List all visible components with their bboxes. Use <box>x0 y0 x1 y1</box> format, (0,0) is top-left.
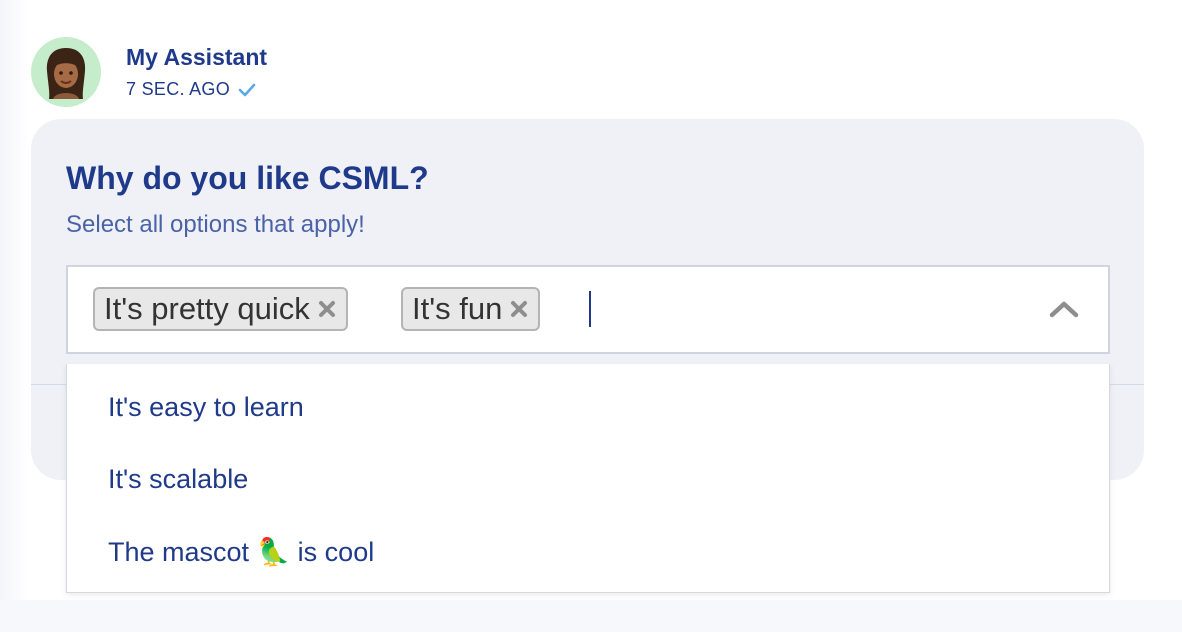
message-meta: 7 SEC. AGO <box>126 79 256 100</box>
chip-label: It's pretty quick <box>104 291 310 326</box>
avatar <box>31 37 101 107</box>
timestamp: 7 SEC. AGO <box>126 79 231 99</box>
close-icon[interactable] <box>508 298 530 320</box>
option-easy-to-learn[interactable]: It's easy to learn <box>108 392 304 423</box>
page-edge-shade <box>0 0 30 632</box>
text-cursor <box>589 291 591 327</box>
selected-chip: It's pretty quick <box>93 287 348 331</box>
close-icon[interactable] <box>316 298 338 320</box>
question-title: Why do you like CSML? <box>66 160 429 196</box>
bot-name: My Assistant <box>126 44 268 70</box>
options-dropdown: It's easy to learn It's scalable The mas… <box>66 364 1110 593</box>
option-scalable[interactable]: It's scalable <box>108 464 248 495</box>
checkmark-icon <box>238 83 256 97</box>
question-subtitle: Select all options that apply! <box>66 211 365 238</box>
memoji-avatar-icon <box>46 48 86 99</box>
chip-label: It's fun <box>412 291 503 326</box>
option-mascot-is-cool[interactable]: The mascot 🦜 is cool <box>108 536 374 568</box>
chevron-up-icon[interactable] <box>1048 298 1080 320</box>
selected-chip: It's fun <box>401 287 541 331</box>
bottom-shade <box>0 600 1182 632</box>
multiselect-input[interactable]: It's pretty quick It's fun <box>66 265 1110 354</box>
